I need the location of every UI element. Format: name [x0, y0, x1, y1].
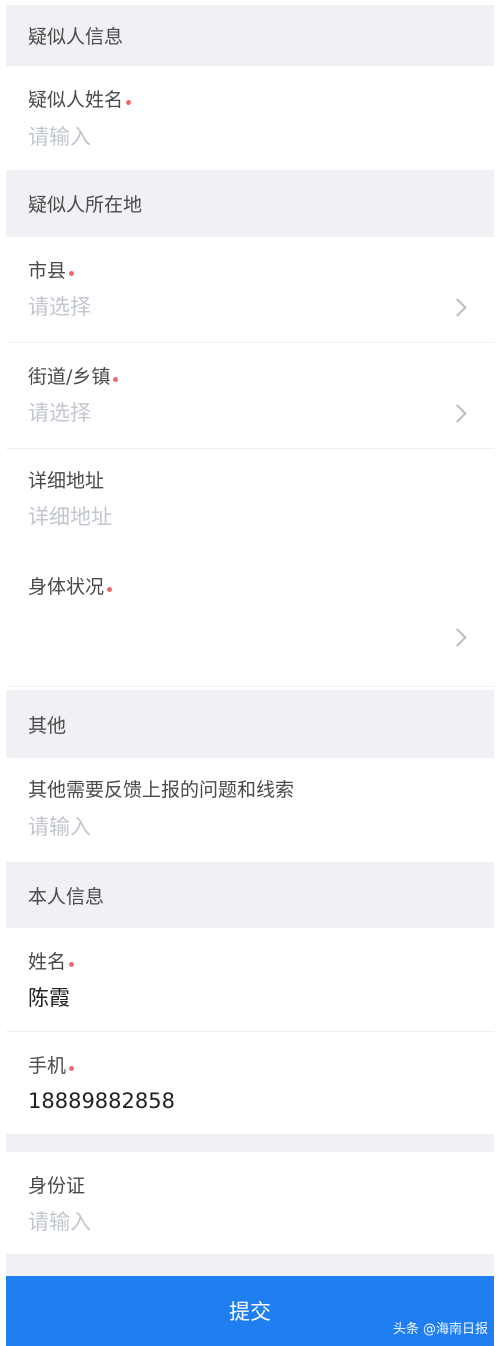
phone-input[interactable]: 18889882858 [28, 1087, 175, 1115]
id-card-input[interactable]: 请输入 [28, 1208, 91, 1236]
detail-address-input[interactable]: 详细地址 [28, 503, 112, 531]
report-form: 疑似人信息 疑似人姓名 请输入 疑似人所在地 市县 请选择 街道/乡镇 请选择 … [0, 0, 500, 1346]
chevron-right-icon[interactable] [448, 404, 467, 423]
required-marker [69, 270, 75, 276]
suspect-name-input[interactable]: 请输入 [28, 123, 91, 151]
other-feedback-input[interactable]: 请输入 [28, 813, 91, 841]
self-name-input[interactable]: 陈霞 [28, 984, 70, 1012]
city-county-label: 市县 [28, 259, 75, 283]
phone-field[interactable]: 手机 18889882858 [6, 1032, 494, 1134]
self-name-field[interactable]: 姓名 陈霞 [6, 928, 494, 1032]
self-name-label: 姓名 [28, 950, 75, 974]
section-title: 本人信息 [28, 885, 105, 908]
chevron-right-icon[interactable] [448, 298, 467, 317]
other-feedback-field[interactable]: 其他需要反馈上报的问题和线索 请输入 [6, 758, 494, 860]
section-suspect-info: 疑似人信息 [6, 5, 494, 66]
required-marker [69, 961, 75, 967]
bottom-gap [6, 1254, 494, 1276]
suspect-name-field[interactable]: 疑似人姓名 请输入 [6, 66, 494, 168]
street-town-field[interactable]: 街道/乡镇 请选择 [6, 343, 494, 449]
section-self-info: 本人信息 [6, 862, 494, 928]
watermark-label: 头条 @海南日报 [392, 1322, 488, 1337]
city-county-select[interactable]: 请选择 [28, 293, 91, 321]
health-status-field[interactable]: 身体状况 [6, 553, 494, 687]
section-title: 疑似人所在地 [28, 194, 143, 216]
required-marker [69, 1065, 75, 1071]
required-marker [126, 99, 132, 105]
section-other: 其他 [6, 690, 494, 758]
street-town-select[interactable]: 请选择 [28, 399, 91, 427]
required-marker [113, 376, 119, 382]
health-status-label: 身体状况 [28, 575, 113, 599]
detail-address-label: 详细地址 [28, 470, 105, 492]
suspect-name-label: 疑似人姓名 [28, 88, 132, 112]
city-county-field[interactable]: 市县 请选择 [6, 237, 494, 343]
phone-label: 手机 [28, 1054, 75, 1078]
detail-address-field[interactable]: 详细地址 详细地址 [6, 449, 494, 553]
section-suspect-location: 疑似人所在地 [6, 170, 494, 237]
chevron-right-icon[interactable] [448, 628, 467, 647]
section-gap [6, 1134, 494, 1152]
section-title: 其他 [28, 714, 67, 737]
id-card-field[interactable]: 身份证 请输入 [6, 1152, 494, 1254]
id-card-label: 身份证 [28, 1175, 86, 1197]
street-town-label: 街道/乡镇 [28, 365, 119, 389]
other-feedback-label: 其他需要反馈上报的问题和线索 [28, 779, 295, 801]
required-marker [107, 586, 113, 592]
section-title: 疑似人信息 [28, 26, 124, 48]
